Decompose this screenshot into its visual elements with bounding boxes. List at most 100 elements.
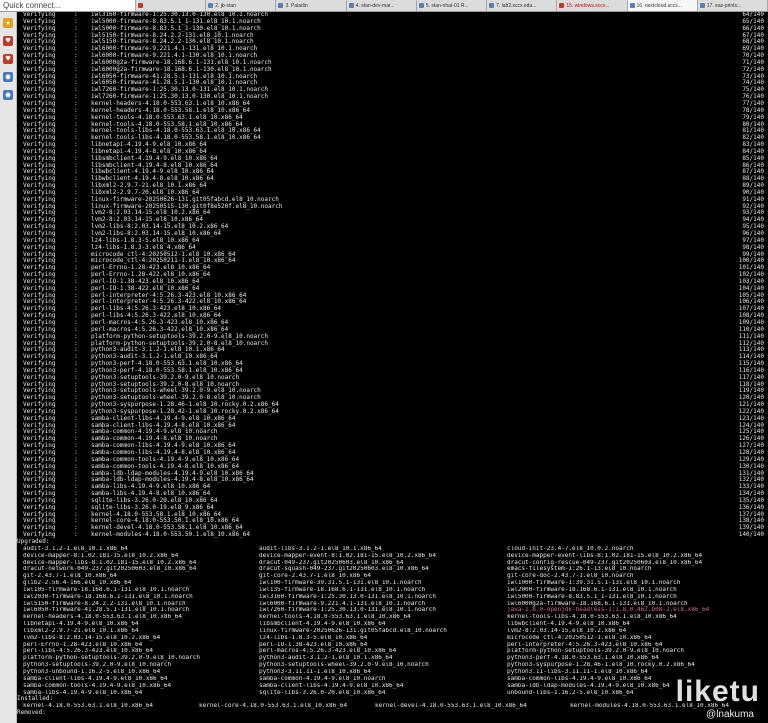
terminal-icon: [138, 3, 143, 8]
upgraded-row: python3-setuptools-39.2.0-9.el8_10.noarc…: [17, 662, 768, 669]
package-name: audit-libs-3.1.2-1.el8_10.1.x86_64: [259, 545, 382, 552]
package-name: device-mapper-8:1.02.181-15.el8_10.2.x86…: [23, 552, 179, 559]
package-name: perl-macros-4:5.26.3-423.el8_10.x86_64: [259, 648, 397, 655]
upgraded-row: perl-Errno-1.28-423.el8_10.x86_64 perl-IO…: [17, 642, 768, 649]
session-tab-label: 7. lab2.sccx.edu...: [496, 2, 537, 9]
upgraded-row: lvm2-libs-8:2.03.14-15.el8_10.2.x86_64 lz…: [17, 635, 768, 642]
upgraded-row: iwl5150-firmware-8.24.2.2-131.el8_10.1.n…: [17, 601, 768, 608]
upgraded-row: dracut-network-049-237.git20250603.el8_1…: [17, 566, 768, 573]
terminal-icon: [489, 3, 495, 8]
package-name: iwl6000-firmware-9.221.4.1-131.el8_10.1.…: [259, 600, 426, 607]
upgraded-row: python3-unbound-1.16.2-5.el8_10.x86_64 py…: [17, 669, 768, 676]
package-name: linux-firmware-20250626-131.git05fabcd.e…: [259, 627, 447, 634]
package-name: device-mapper-libs-8:1.02.181-15.el8_10.…: [23, 559, 197, 566]
upgraded-row: samba-common-tools-4.19.4-9.el8_10.x86_6…: [17, 683, 768, 690]
upgraded-list: audit-3.1.2-1.el8_10.1.x86_64 audit-libs-…: [17, 546, 768, 697]
package-name: platform-python-setuptools-39.2.0-9.el8_…: [23, 655, 201, 662]
upgraded-row: audit-3.1.2-1.el8_10.1.x86_64 audit-libs-…: [17, 546, 768, 553]
package-name: lvm2-8:2.03.14-15.el8_10.2.x86_64: [507, 627, 627, 634]
upgraded-row: glib2-2.56.4-166.el8_10.x86_64 iwl100-fir…: [17, 580, 768, 587]
package-name: git-core-doc-2.43.7-1.el8_10.noarch: [507, 573, 634, 580]
package-name: iwl6050-firmware-41.28.5.1-131.el8_10.1.…: [23, 607, 190, 614]
quick-connect-input[interactable]: Quick connect...: [0, 0, 136, 11]
upgraded-row: perl-libs-4:5.26.3-423.el8_10.x86_64 perl…: [17, 648, 768, 655]
star-icon[interactable]: ★: [3, 18, 13, 28]
upgraded-row: device-mapper-libs-8:1.02.181-15.el8_10.…: [17, 560, 768, 567]
line-separator: :: [74, 531, 78, 539]
session-tab[interactable]: 7. lab2.sccx.edu...: [487, 0, 558, 11]
blue-icon[interactable]: ●: [3, 72, 13, 82]
package-name: kernel-core-4.18.0-553.63.1.el8_10.x86_6…: [199, 703, 348, 710]
upgraded-row: iwl6050-firmware-41.28.5.1-131.el8_10.1.…: [17, 607, 768, 614]
package-name: samba-client-libs-4.19.4-9.el8_10.x86_64: [259, 682, 404, 689]
package-name: iwl7260-firmware-1:25.30.13.0-131.el8_10…: [259, 607, 437, 614]
session-tab[interactable]: 15. windows.sccx...: [557, 0, 628, 11]
red-icon[interactable]: ♥: [3, 54, 13, 64]
upgraded-row: git-2.43.7-1.el8_10.x86_64 git-core-2.43.…: [17, 573, 768, 580]
package-name: iwl6000g2a-firmware-18.168.6.1-131.el8_1…: [507, 600, 688, 607]
session-tab[interactable]: [136, 0, 207, 11]
session-tab-label: 15. windows.sccx...: [566, 2, 610, 9]
session-tab[interactable]: 17. eas-prints...: [697, 0, 768, 11]
session-tab-label: 3. Paladin: [285, 2, 308, 9]
package-name: iwl100-firmware-39.31.5.1-131.el8_10.1.n…: [259, 580, 422, 587]
package-name: kernel-modules-4.18.0-553.50.1.el8_10.x8…: [91, 531, 250, 539]
package-name: python3-setuptools-39.2.0-9.el8_10.noarc…: [23, 662, 172, 669]
upgraded-row: kernel-headers-4.18.0-553.63.1.el8_10.x8…: [17, 614, 768, 621]
side-toolbar: ★ ♥ ♥ ● ●: [0, 12, 17, 723]
session-tab-label: 5. stan-nhat-01 R...: [425, 2, 469, 9]
installed-row: kernel-4.18.0-553.63.1.el8_10.x86_64 kern…: [17, 703, 768, 710]
package-name: samba-common-4.19.4-9.el8_10.noarch: [259, 675, 386, 682]
session-tab[interactable]: 16. nextcloud.sccx...: [627, 0, 698, 11]
upgraded-header: Upgraded:: [17, 537, 50, 545]
terminal-tab-bar: Quick connect... 2. jb-stan 3. Paladin 4. …: [0, 0, 768, 12]
terminal-icon: [418, 3, 424, 8]
verify-action: Verifying: [23, 531, 56, 539]
session-tab-label: 2. jb-stan: [215, 2, 236, 9]
watermark-logo: liketu: [675, 675, 760, 708]
session-tab[interactable]: 4. stan-dev-mar...: [346, 0, 417, 11]
package-name: perl-interpreter-4:5.26.3-423.el8_10.x86…: [507, 641, 663, 648]
package-name: perl-IO-1.38-423.el8_10.x86_64: [259, 641, 368, 648]
package-name: iwl2030-firmware-18.168.6.1-131.el8_10.1…: [23, 593, 193, 600]
terminal-line: Verifying: kernel-modules-4.18.0-553.50.1…: [17, 531, 768, 539]
package-name: dracut-squash-049-237.git20250603.el8_10…: [259, 566, 429, 573]
terminal-output[interactable]: Verifying: iwl3160-firmware-1:25.30.13.0-…: [17, 12, 768, 723]
installed-list: kernel-4.18.0-553.63.1.el8_10.x86_64 kern…: [17, 703, 768, 710]
session-tab[interactable]: 5. stan-nhat-01 R...: [416, 0, 488, 11]
upgraded-row: libxml2-2.9.7-21.el8_10.1.x86_64 linux-fi…: [17, 628, 768, 635]
package-name: python3-unbound-1.16.2-5.el8_10.x86_64: [23, 669, 161, 675]
session-tab-label: 16. nextcloud.sccx...: [636, 2, 682, 9]
terminal-icon: [208, 3, 214, 8]
package-name: device-mapper-event-8:1.02.181-15.el8_10…: [259, 552, 437, 559]
package-name: git-2.43.7-1.el8_10.x86_64: [23, 573, 117, 580]
upgraded-row: iwl2030-firmware-18.168.6.1-131.el8_10.1…: [17, 594, 768, 601]
terminal-icon: [629, 3, 635, 8]
package-name: libnetapi-4.19.4-9.el8_10.x86_64: [23, 621, 139, 628]
session-tab-label: 17. eas-prints...: [706, 2, 742, 9]
session-tab[interactable]: 3. Paladin: [276, 0, 347, 11]
package-name: kernel-tools-libs-4.18.0-553.63.1.el8_10…: [507, 614, 677, 621]
package-name: samba-common-tools-4.19.4-9.el8_10.x86_6…: [23, 682, 172, 689]
terminal-icon: [348, 3, 354, 8]
watermark-user: @lnakuma: [706, 709, 754, 720]
red-icon[interactable]: ♥: [3, 36, 13, 46]
package-name: python3-syspurpose-1.28.46-1.el8_10.rock…: [507, 662, 695, 669]
upgraded-row: libnetapi-4.19.4-9.el8_10.x86_64 libsmbcl…: [17, 621, 768, 628]
blue-icon[interactable]: ●: [3, 90, 13, 100]
package-name: java-1.8.0-openjdk-headless-1:1.8.0.462.…: [507, 607, 710, 614]
verify-section: Verifying: iwl3160-firmware-1:25.30.13.0-…: [17, 12, 768, 539]
package-name: lvm2-libs-8:2.03.14-15.el8_10.2.x86_64: [23, 634, 161, 641]
package-name: sqlite-libs-3.26.0-20.el8_10.x86_64: [259, 689, 386, 696]
installed-header: Installed:: [17, 695, 54, 703]
upgraded-row: samba-client-libs-4.19.4-9.el8_10.x86_64…: [17, 676, 768, 683]
upgraded-row: samba-libs-4.19.4-9.el8_10.x86_64 sqlite-…: [17, 690, 768, 697]
package-name: cloud-init-23.4-7.el8_10.0.2.noarch: [507, 545, 634, 552]
session-tab[interactable]: 2. jb-stan: [206, 0, 277, 11]
package-name: glib2-2.56.4-166.el8_10.x86_64: [23, 580, 132, 587]
package-name: lz4-libs-1.8.3-5.el8_10.x86_64: [259, 634, 368, 641]
package-name: python3-audit-3.1.2-1.el8_10.1.x86_64: [259, 655, 393, 662]
package-name: emacs-filesystem-1:26.1-13.el8_10.noarch: [507, 566, 652, 573]
package-name: samba-client-libs-4.19.4-9.el8_10.x86_64: [23, 675, 168, 682]
package-name: kernel-tools-4.18.0-553.63.1.el8_10.x86_…: [259, 614, 411, 621]
